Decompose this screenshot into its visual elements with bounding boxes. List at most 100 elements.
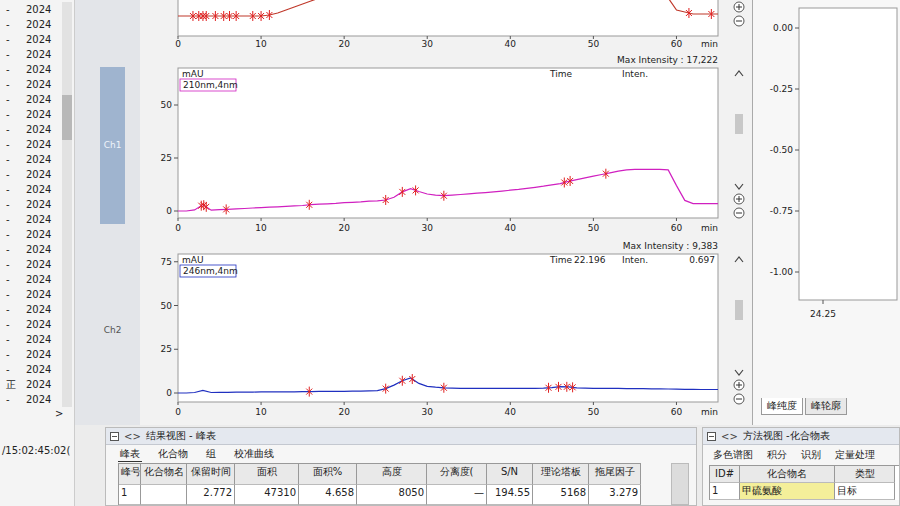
tree-item-prefix: - xyxy=(0,107,26,122)
scroll-thumb[interactable] xyxy=(735,114,743,134)
expand-button[interactable]: > xyxy=(0,407,74,421)
column-header[interactable]: 分离度( xyxy=(427,464,487,485)
channel-tab[interactable]: Ch1 xyxy=(100,67,125,224)
table-cell[interactable]: — xyxy=(427,485,487,506)
zoom-out-icon[interactable] xyxy=(734,16,744,26)
tree-item[interactable]: -2024 xyxy=(0,107,62,122)
tree-item[interactable]: 正2024 xyxy=(0,377,62,392)
tree-item-label: 2024 xyxy=(26,167,51,182)
table-cell[interactable]: 3.279 xyxy=(589,485,641,506)
column-header[interactable]: ID# xyxy=(710,466,740,483)
svg-text:0: 0 xyxy=(166,388,172,398)
table-cell[interactable]: 8050 xyxy=(357,485,427,506)
peak-marker xyxy=(399,376,405,386)
tree-item[interactable]: -2024 xyxy=(0,212,62,227)
tree-item[interactable]: -2024 xyxy=(0,272,62,287)
tree-item[interactable]: -2024 xyxy=(0,257,62,272)
y-unit: mAU xyxy=(182,255,204,265)
scroll-up-icon[interactable] xyxy=(735,71,743,76)
tree-item[interactable]: -2024 xyxy=(0,332,62,347)
tab[interactable]: 峰表 xyxy=(118,447,142,462)
tree-item[interactable]: -2024 xyxy=(0,92,62,107)
tree-item[interactable]: -2024 xyxy=(0,362,62,377)
tree-item[interactable]: -2024 xyxy=(0,17,62,32)
scroll-down-icon[interactable] xyxy=(735,370,743,375)
column-header[interactable]: S/N xyxy=(487,464,533,485)
nav-glyph[interactable]: <> xyxy=(721,431,738,442)
tree-item[interactable]: -2024 xyxy=(0,47,62,62)
scroll-down-icon[interactable] xyxy=(735,184,743,189)
table-cell[interactable]: 1 xyxy=(119,485,141,506)
scroll-thumb[interactable] xyxy=(735,300,743,320)
scroll-up-icon[interactable] xyxy=(735,257,743,262)
column-header[interactable]: 化合物名 xyxy=(740,466,835,483)
tree-item[interactable]: -2024 xyxy=(0,62,62,77)
tree-item[interactable]: -2024 xyxy=(0,167,62,182)
tree-item[interactable]: -2024 xyxy=(0,287,62,302)
table-cell[interactable]: 194.55 xyxy=(487,485,533,506)
scrollbar[interactable] xyxy=(62,2,72,407)
channel-tab[interactable]: Ch2 xyxy=(100,325,125,335)
svg-text:20: 20 xyxy=(338,407,350,417)
zoom-in-icon[interactable] xyxy=(734,2,744,12)
tab[interactable]: 峰纯度 xyxy=(761,398,803,415)
peak-marker xyxy=(203,11,209,21)
tree-item-prefix: - xyxy=(0,212,26,227)
tree-item-label: 2024 xyxy=(26,197,51,212)
table-cell[interactable]: 2.772 xyxy=(187,485,235,506)
tab[interactable]: 识别 xyxy=(797,448,825,462)
tab[interactable]: 多色谱图 xyxy=(709,448,757,462)
tab[interactable]: 组 xyxy=(204,447,218,461)
chromatogram-chart: Max Intensity : 17,222mAU210nm,4nmTimeIn… xyxy=(140,52,728,238)
table-cell[interactable]: 4.658 xyxy=(299,485,357,506)
column-header[interactable]: 理论塔板 xyxy=(533,464,589,485)
tree-item[interactable]: -2024 xyxy=(0,317,62,332)
tab[interactable]: 峰轮廓 xyxy=(805,398,847,415)
table-cell[interactable]: 目标 xyxy=(835,483,895,500)
tab[interactable]: 定量处理 xyxy=(831,448,879,462)
column-header[interactable]: 面积 xyxy=(235,464,299,485)
tree-item[interactable]: -2024 xyxy=(0,182,62,197)
tree-item-prefix: - xyxy=(0,302,26,317)
column-header[interactable]: 拖尾因子 xyxy=(589,464,641,485)
tab[interactable]: 化合物 xyxy=(156,447,190,461)
tree-item[interactable]: -2024 xyxy=(0,197,62,212)
tree-item[interactable]: -2024 xyxy=(0,77,62,92)
tree-item[interactable]: -2024 xyxy=(0,227,62,242)
column-header[interactable]: 高度 xyxy=(357,464,427,485)
tree-item[interactable]: -2024 xyxy=(0,152,62,167)
zoom-in-icon[interactable] xyxy=(734,380,744,390)
tree-item[interactable]: -2024 xyxy=(0,347,62,362)
column-header[interactable]: 面积% xyxy=(299,464,357,485)
column-header[interactable]: 化合物名 xyxy=(141,464,187,485)
tree-item-prefix: - xyxy=(0,392,26,407)
tab[interactable]: 积分 xyxy=(763,448,791,462)
tree-item-label: 2024 xyxy=(26,47,51,62)
column-header[interactable]: 峰号 xyxy=(119,464,141,485)
column-header[interactable]: 类型 xyxy=(835,466,895,483)
scrollbar-thumb[interactable] xyxy=(62,95,72,140)
nav-glyph[interactable]: <> xyxy=(124,431,141,442)
table-cell[interactable]: 47310 xyxy=(235,485,299,506)
tab[interactable]: 校准曲线 xyxy=(232,447,276,461)
table-cell[interactable] xyxy=(141,485,187,506)
tree-item[interactable]: -2024 xyxy=(0,242,62,257)
tree-item[interactable]: -2024 xyxy=(0,32,62,47)
table-cell[interactable]: 1 xyxy=(710,483,740,500)
tree-item-label: 2024 xyxy=(26,92,51,107)
column-header[interactable]: 保留时间 xyxy=(187,464,235,485)
zoom-out-icon[interactable] xyxy=(734,208,744,218)
zoom-in-icon[interactable] xyxy=(734,194,744,204)
tree-item[interactable]: -2024 xyxy=(0,392,62,407)
tree-item[interactable]: -2024 xyxy=(0,137,62,152)
table-cell[interactable]: 5168 xyxy=(533,485,589,506)
table-cell[interactable]: 甲硫氨酸 xyxy=(740,483,835,500)
tree-item[interactable]: -2024 xyxy=(0,302,62,317)
tree-item[interactable]: -2024 xyxy=(0,2,62,17)
zoom-out-icon[interactable] xyxy=(734,394,744,404)
scrollbar[interactable] xyxy=(671,463,689,505)
tree-item-label: 2024 xyxy=(26,302,51,317)
tree-item[interactable]: -2024 xyxy=(0,122,62,137)
y-tick: 50 xyxy=(161,100,178,110)
y-tick: 0 xyxy=(166,206,178,216)
